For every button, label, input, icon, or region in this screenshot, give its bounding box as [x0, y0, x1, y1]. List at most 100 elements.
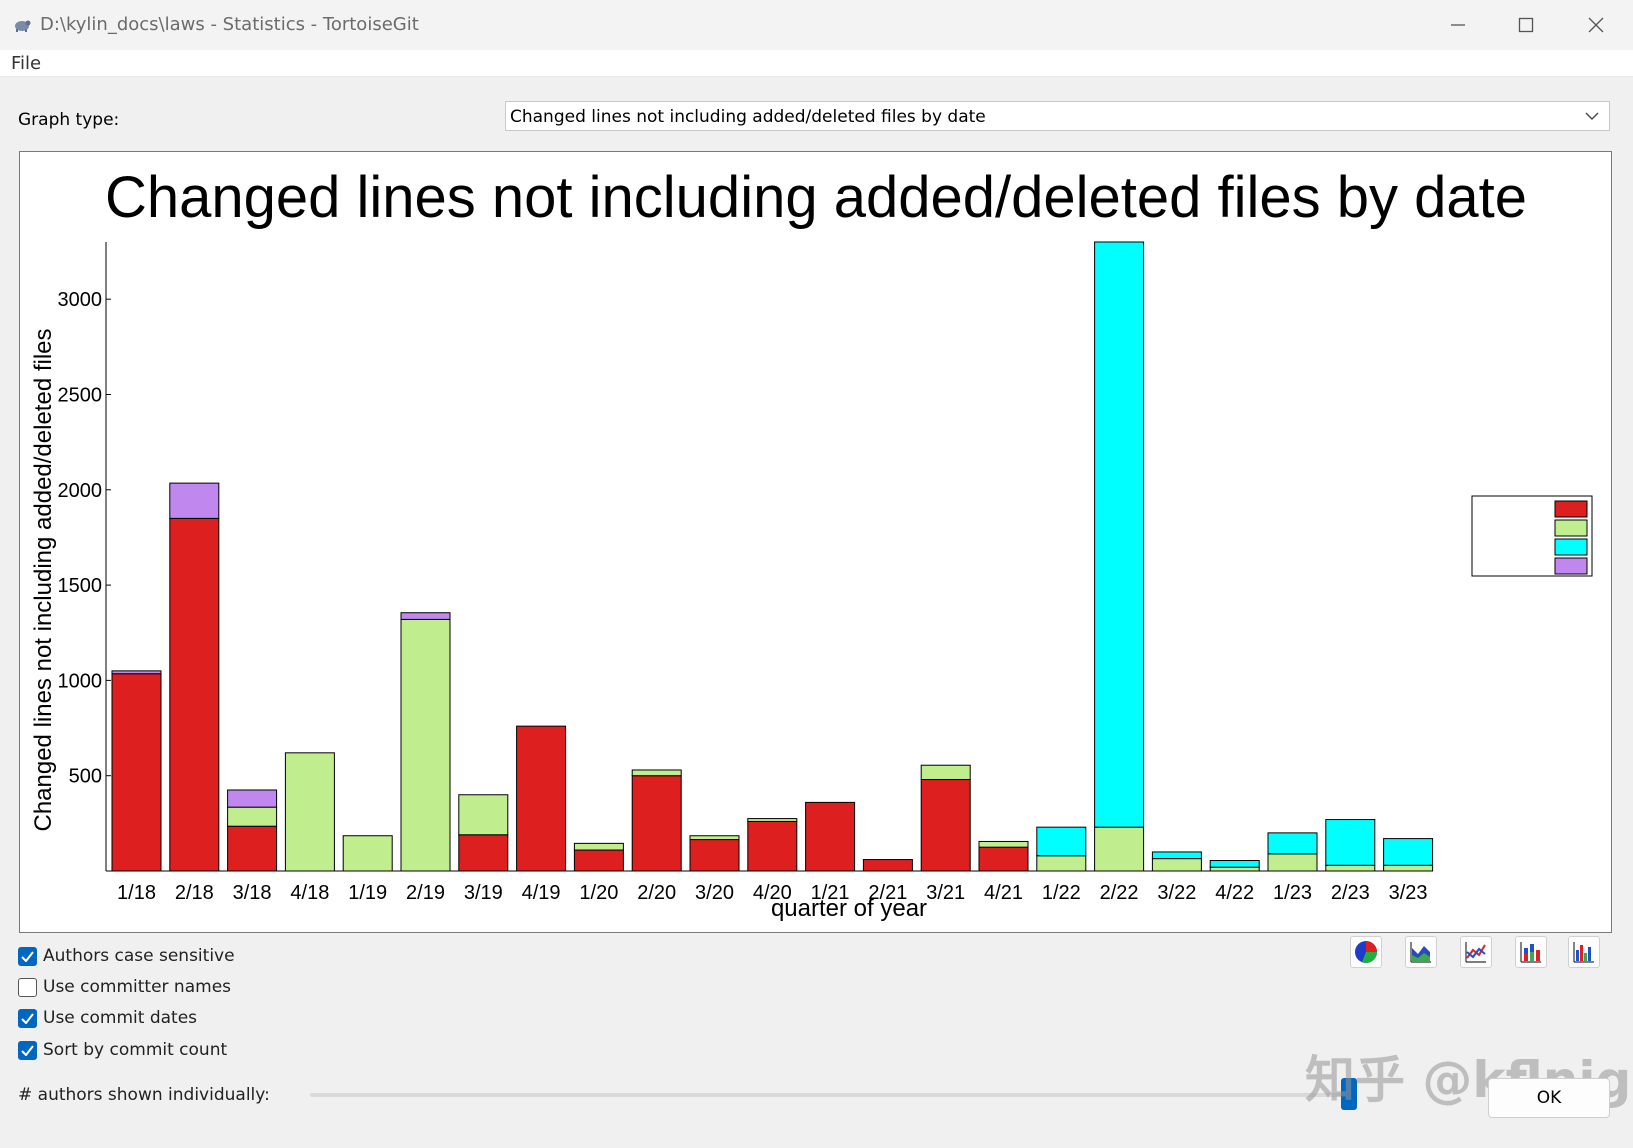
- x-tick-label: 3/20: [695, 882, 734, 904]
- area-chart-button[interactable]: [1405, 936, 1437, 968]
- x-tick-label: 1/19: [348, 882, 387, 904]
- bar-segment: [1383, 864, 1434, 872]
- chart-panel: Changed lines not including added/delete…: [19, 151, 1612, 933]
- bar-segment: [689, 839, 740, 872]
- line-chart-icon: [1465, 942, 1486, 963]
- bar-segment: [1325, 819, 1376, 866]
- x-tick-label: 1/21: [811, 882, 850, 904]
- bar-segment: [400, 612, 451, 620]
- x-tick-label: 1/22: [1042, 882, 1081, 904]
- authors-case-sensitive-checkbox[interactable]: Authors case sensitive: [18, 946, 235, 966]
- legend: [1471, 495, 1593, 577]
- bar-segment: [1094, 826, 1145, 872]
- checkbox-checked-icon: [18, 1040, 37, 1060]
- stacked-bar-chart-icon: [1520, 942, 1541, 963]
- x-tick-label: 3/23: [1389, 882, 1428, 904]
- x-tick-label: 2/19: [406, 882, 445, 904]
- pie-chart-button[interactable]: [1350, 936, 1382, 968]
- y-tick-label: 2000: [58, 480, 103, 502]
- bar-segment: [573, 849, 624, 872]
- chart: Changed lines not including added/delete…: [30, 165, 1593, 922]
- bar-segment: [458, 794, 509, 836]
- bar-segment: [1267, 832, 1318, 855]
- x-tick-label: 1/23: [1273, 882, 1312, 904]
- sort-by-commit-count-label: Sort by commit count: [43, 1040, 228, 1060]
- bar-segment: [227, 806, 278, 827]
- bar-chart-button[interactable]: [1568, 936, 1600, 968]
- graph-type-dropdown[interactable]: Changed lines not including added/delete…: [505, 101, 1610, 131]
- bar-segment: [1094, 241, 1145, 828]
- checkbox-checked-icon: [18, 946, 37, 966]
- bar-chart-icon: [1573, 942, 1594, 963]
- bar-segment: [1267, 853, 1318, 872]
- authors-case-sensitive-label: Authors case sensitive: [43, 946, 235, 966]
- sort-by-commit-count-checkbox[interactable]: Sort by commit count: [18, 1040, 227, 1060]
- authors-slider-track[interactable]: [310, 1093, 1355, 1097]
- x-tick-label: 2/18: [175, 882, 214, 904]
- y-tick-label: 2500: [58, 384, 103, 406]
- x-tick-label: 2/20: [637, 882, 676, 904]
- chevron-down-icon: [1585, 112, 1599, 120]
- legend-swatch: [1554, 519, 1588, 537]
- tortoisegit-icon: [15, 20, 31, 32]
- y-tick-label: 1000: [58, 670, 103, 692]
- bar-segment: [227, 825, 278, 872]
- bar-segment: [284, 752, 335, 872]
- menu-bar: File: [0, 50, 1633, 77]
- x-tick-label: 4/19: [522, 882, 561, 904]
- x-tick-label: 2/22: [1100, 882, 1139, 904]
- x-tick-label: 4/22: [1215, 882, 1254, 904]
- bar-segment: [862, 859, 913, 872]
- bar-segment: [169, 517, 220, 872]
- bar-segment: [1325, 864, 1376, 872]
- use-committer-names-label: Use committer names: [43, 977, 232, 997]
- bar-segment: [747, 820, 798, 872]
- minimize-icon: [1451, 24, 1465, 26]
- x-tick-label: 4/18: [290, 882, 329, 904]
- bar-segment: [805, 801, 856, 872]
- stacked-bar-chart-button[interactable]: [1515, 936, 1547, 968]
- bar-segment: [516, 725, 567, 872]
- x-tick-label: 1/20: [579, 882, 618, 904]
- maximize-button[interactable]: [1508, 8, 1544, 42]
- checkbox-unchecked-icon: [18, 977, 37, 997]
- x-tick-label: 4/21: [984, 882, 1023, 904]
- bar-segment: [1209, 866, 1260, 872]
- bar-segment: [1209, 860, 1260, 868]
- x-tick-label: 3/18: [233, 882, 272, 904]
- y-axis-label: Changed lines not including added/delete…: [30, 328, 57, 831]
- bar-segment: [978, 846, 1029, 872]
- bar-segment: [227, 789, 278, 808]
- title-bar: D:\kylin_docs\laws - Statistics - Tortoi…: [0, 0, 1633, 51]
- chart-title: Changed lines not including added/delete…: [105, 165, 1527, 230]
- y-tick-label: 1500: [58, 575, 103, 597]
- maximize-icon: [1518, 17, 1534, 33]
- area-chart-icon: [1410, 942, 1431, 963]
- graph-type-label: Graph type:: [18, 110, 120, 130]
- x-tick-label: 2/21: [868, 882, 907, 904]
- line-chart-button[interactable]: [1460, 936, 1492, 968]
- bar-segment: [1036, 826, 1087, 857]
- legend-swatch: [1554, 538, 1588, 556]
- use-committer-names-checkbox[interactable]: Use committer names: [18, 977, 231, 997]
- menu-file[interactable]: File: [11, 53, 41, 74]
- x-tick-label: 3/22: [1157, 882, 1196, 904]
- minimize-button[interactable]: [1440, 8, 1476, 42]
- bar-segment: [573, 842, 624, 851]
- y-tick-label: 3000: [58, 289, 103, 311]
- bar-segment: [631, 769, 682, 777]
- close-button[interactable]: [1578, 8, 1614, 42]
- bar-segment: [111, 673, 162, 872]
- bar-segment: [1151, 851, 1202, 860]
- checkbox-checked-icon: [18, 1008, 37, 1028]
- bar-segment: [342, 835, 393, 872]
- bar-segment: [458, 834, 509, 872]
- x-tick-label: 1/18: [117, 882, 156, 904]
- pie-chart-icon: [1355, 941, 1378, 964]
- x-tick-label: 2/23: [1331, 882, 1370, 904]
- ok-button[interactable]: OK: [1488, 1078, 1610, 1118]
- bar-segment: [169, 482, 220, 519]
- use-commit-dates-checkbox[interactable]: Use commit dates: [18, 1008, 197, 1028]
- x-tick-label: 3/19: [464, 882, 503, 904]
- bar-segment: [920, 764, 971, 781]
